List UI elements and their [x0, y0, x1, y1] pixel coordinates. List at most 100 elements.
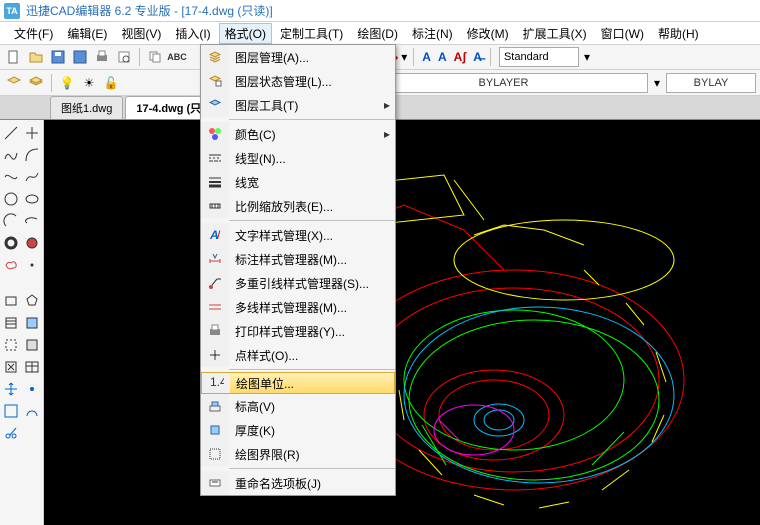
bylayer-dropdown-2[interactable]: BYLAY	[666, 73, 756, 93]
dropdown-item[interactable]: 颜色(C)▸	[201, 122, 395, 146]
point-tool[interactable]	[22, 254, 44, 276]
dropdown-icon[interactable]: ▾	[584, 50, 590, 64]
open-file-button[interactable]	[26, 47, 46, 67]
dropdown-item[interactable]: 线型(N)...	[201, 146, 395, 170]
menu-item[interactable]: 帮助(H)	[652, 23, 705, 44]
table-tool[interactable]	[22, 356, 44, 378]
dropdown-label: 文字样式管理(X)...	[229, 227, 395, 244]
scale-tool[interactable]	[0, 400, 22, 422]
dropdown-item[interactable]: 图层状态管理(L)...	[201, 69, 395, 93]
menu-item[interactable]: 窗口(W)	[595, 23, 650, 44]
mirror-tool[interactable]	[22, 400, 44, 422]
polygon-tool[interactable]	[22, 290, 44, 312]
drawing-canvas[interactable]	[44, 120, 760, 525]
donut-tool[interactable]	[0, 232, 22, 254]
app-icon: TA	[4, 3, 20, 19]
dropdown-item[interactable]: 多重引线样式管理器(S)...	[201, 271, 395, 295]
rename-icon	[201, 471, 229, 495]
dropdown-label: 绘图单位...	[230, 375, 394, 392]
dropdown-item[interactable]: 1.4绘图单位...	[201, 372, 395, 394]
text-style-combo[interactable]: Standard	[499, 47, 579, 67]
mleader-icon	[201, 271, 229, 295]
dropdown-label: 标高(V)	[229, 398, 395, 415]
dropdown-label: 颜色(C)	[229, 126, 379, 143]
abc-button[interactable]: ABC	[167, 47, 187, 67]
spline2-tool[interactable]	[22, 166, 44, 188]
dropdown-label: 图层状态管理(L)...	[229, 73, 395, 90]
bylayer-dropdown-1[interactable]: BYLAYER	[359, 73, 648, 93]
menu-item[interactable]: 扩展工具(X)	[517, 23, 593, 44]
boundary-tool[interactable]	[0, 334, 22, 356]
gradient-tool[interactable]	[22, 312, 44, 334]
text-a4-button[interactable]: A̶	[471, 50, 484, 64]
dropdown-item[interactable]: 标高(V)	[201, 394, 395, 418]
menubar: 文件(F)编辑(E)视图(V)插入(I)格式(O)定制工具(T)绘图(D)标注(…	[0, 22, 760, 44]
dropdown-label: 线宽	[229, 174, 395, 191]
menu-item[interactable]: 格式(O)	[219, 23, 272, 44]
new-file-button[interactable]	[4, 47, 24, 67]
dropdown-item[interactable]: 厚度(K)	[201, 418, 395, 442]
menu-item[interactable]: 绘图(D)	[351, 23, 404, 44]
polyline-tool[interactable]	[0, 144, 22, 166]
dropdown-item[interactable]: 绘图界限(R)	[201, 442, 395, 466]
dropdown-separator	[229, 468, 395, 469]
dropdown-item[interactable]: 打印样式管理器(Y)...	[201, 319, 395, 343]
rect-tool[interactable]	[0, 290, 22, 312]
layer-button-2[interactable]	[26, 73, 46, 93]
dropdown-label: 点样式(O)...	[229, 347, 395, 364]
bulb-icon[interactable]: 💡	[57, 73, 77, 93]
sun-icon[interactable]: ☀	[79, 73, 99, 93]
ring-tool[interactable]	[22, 232, 44, 254]
dropdown-label: 标注样式管理器(M)...	[229, 251, 395, 268]
revcloud-tool[interactable]	[0, 254, 22, 276]
spline-tool[interactable]	[0, 166, 22, 188]
dropdown-item[interactable]: 标注样式管理器(M)...	[201, 247, 395, 271]
copy-button[interactable]	[145, 47, 165, 67]
dropdown-icon[interactable]: ▾	[654, 76, 660, 90]
menu-item[interactable]: 标注(N)	[406, 23, 459, 44]
text-a1-button[interactable]: A	[420, 50, 433, 64]
text-a3-button[interactable]: Aʃ	[452, 50, 469, 64]
region-tool[interactable]	[22, 334, 44, 356]
dropdown-item[interactable]: 图层工具(T)▸	[201, 93, 395, 117]
dropdown-item[interactable]: 多线样式管理器(M)...	[201, 295, 395, 319]
save-button[interactable]	[48, 47, 68, 67]
circle-tool[interactable]	[0, 188, 22, 210]
document-tab[interactable]: 图纸1.dwg	[50, 96, 123, 119]
dropdown-item[interactable]: 图层管理(A)...	[201, 45, 395, 69]
palette-icon	[201, 122, 229, 146]
menu-item[interactable]: 插入(I)	[169, 23, 216, 44]
dropdown-item[interactable]: 线宽	[201, 170, 395, 194]
wipeout-tool[interactable]	[0, 356, 22, 378]
point-style-icon	[201, 343, 229, 367]
dropdown-item[interactable]: 比例缩放列表(E)...	[201, 194, 395, 218]
menu-item[interactable]: 修改(M)	[461, 23, 515, 44]
text-a2-button[interactable]: A	[436, 50, 449, 64]
arc-tool[interactable]	[22, 144, 44, 166]
print-preview-button[interactable]	[114, 47, 134, 67]
print-button[interactable]	[92, 47, 112, 67]
dropdown-item[interactable]: 重命名选项板(J)	[201, 471, 395, 495]
dropdown-label: 绘图界限(R)	[229, 446, 395, 463]
save-as-button[interactable]	[70, 47, 90, 67]
lock-icon[interactable]: 🔓	[101, 73, 121, 93]
menu-item[interactable]: 视图(V)	[115, 23, 167, 44]
ellipse-arc-tool[interactable]	[22, 210, 44, 232]
trim-tool[interactable]	[0, 422, 22, 444]
separator	[490, 48, 491, 66]
move-tool[interactable]	[0, 378, 22, 400]
rotate-tool[interactable]	[22, 378, 44, 400]
dropdown-icon[interactable]: ▾	[401, 50, 407, 64]
layer-button[interactable]	[4, 73, 24, 93]
line-tool[interactable]	[0, 122, 22, 144]
hatch-tool[interactable]	[0, 312, 22, 334]
dropdown-item[interactable]: 点样式(O)...	[201, 343, 395, 367]
menu-item[interactable]: 定制工具(T)	[274, 23, 349, 44]
menu-item[interactable]: 编辑(E)	[61, 23, 113, 44]
dropdown-label: 比例缩放列表(E)...	[229, 198, 395, 215]
menu-item[interactable]: 文件(F)	[8, 23, 59, 44]
ellipse-tool[interactable]	[22, 188, 44, 210]
arc2-tool[interactable]	[0, 210, 22, 232]
dropdown-item[interactable]: A/文字样式管理(X)...	[201, 223, 395, 247]
ray-tool[interactable]	[22, 122, 44, 144]
